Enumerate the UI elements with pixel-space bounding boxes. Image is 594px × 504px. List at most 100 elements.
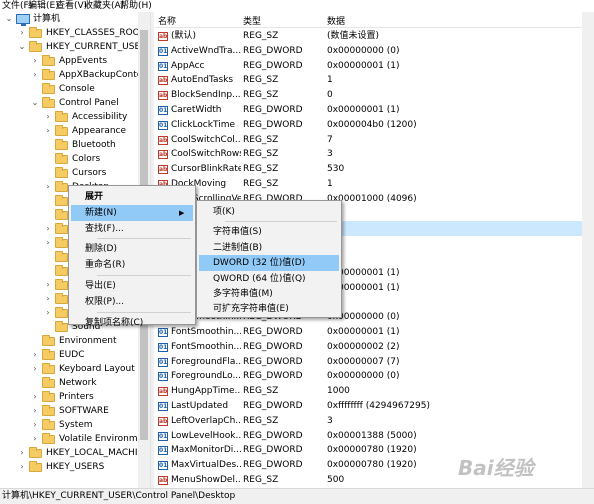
value-row[interactable]: ab BlockSendInp... REG_SZ 0 <box>155 88 594 103</box>
tree-node[interactable]: › SOFTWARE <box>30 404 150 418</box>
value-row[interactable]: 01 FontSmoothin... REG_DWORD 0x00000002 (2) <box>155 340 594 355</box>
tree-node[interactable]: ⌄ 计算机 <box>4 12 150 26</box>
expand-arrow-icon[interactable]: › <box>30 54 40 68</box>
menu-item[interactable]: 可扩充字符串值(E) <box>199 301 339 317</box>
menu-item[interactable]: DWORD (32 位)值(D) <box>199 255 339 272</box>
expand-arrow-icon[interactable]: › <box>30 432 40 446</box>
tree-node[interactable]: Cursors <box>43 166 150 180</box>
values-scrollbar[interactable] <box>582 12 594 488</box>
value-row[interactable]: 01 ClickLockTime REG_DWORD 0x000004b0 (1200… <box>155 118 594 133</box>
tree-node[interactable]: Bluetooth <box>43 138 150 152</box>
expand-arrow-icon[interactable]: › <box>43 292 53 306</box>
menu-item[interactable]: 复制项名称(C) <box>71 315 193 331</box>
expand-arrow-icon[interactable] <box>43 152 53 166</box>
tree-node-label: Printers <box>59 392 94 402</box>
expand-arrow-icon[interactable]: › <box>30 362 40 376</box>
value-row[interactable]: ab AutoEndTasks REG_SZ 1 <box>155 73 594 88</box>
menu-1[interactable]: 编辑(E) <box>28 0 59 12</box>
collapse-arrow-icon[interactable]: ⌄ <box>30 96 40 110</box>
expand-arrow-icon[interactable]: › <box>17 26 27 40</box>
tree-node[interactable]: Colors <box>43 152 150 166</box>
value-row[interactable]: 01 CaretWidth REG_DWORD 0x00000001 (1) <box>155 103 594 118</box>
column-name-header[interactable]: 名称 <box>158 14 176 27</box>
expand-arrow-icon[interactable] <box>30 376 40 390</box>
expand-arrow-icon[interactable] <box>30 334 40 348</box>
value-row[interactable]: 01 FontSmoothin... REG_DWORD 0x00000001 (1) <box>155 325 594 340</box>
tree-node[interactable]: › HKEY_CLASSES_ROOT <box>17 26 150 40</box>
expand-arrow-icon[interactable] <box>43 166 53 180</box>
tree-node-label: Network <box>59 378 97 388</box>
expand-arrow-icon[interactable]: › <box>30 68 40 82</box>
menu-item[interactable]: 权限(P)... <box>71 294 193 310</box>
tree-node[interactable]: › AppXBackupConter <box>30 68 150 82</box>
expand-arrow-icon[interactable] <box>30 82 40 96</box>
expand-arrow-icon[interactable]: › <box>43 180 53 194</box>
menu-3[interactable]: 收藏夹(A) <box>84 0 124 12</box>
value-row[interactable]: ab LeftOverlapCh... REG_SZ 3 <box>155 414 594 429</box>
value-row[interactable]: ab CoolSwitchRows REG_SZ 3 <box>155 147 594 162</box>
value-row[interactable]: ab CursorBlinkRate REG_SZ 530 <box>155 162 594 177</box>
expand-arrow-icon[interactable]: › <box>17 460 27 474</box>
menu-item[interactable]: 项(K) <box>199 204 339 220</box>
tree-node[interactable]: › EUDC <box>30 348 150 362</box>
expand-arrow-icon[interactable] <box>43 208 53 222</box>
expand-arrow-icon[interactable] <box>43 138 53 152</box>
expand-arrow-icon[interactable] <box>43 320 53 334</box>
column-type-header[interactable]: 类型 <box>243 14 261 27</box>
value-row[interactable]: ab HungAppTime... REG_SZ 1000 <box>155 384 594 399</box>
expand-arrow-icon[interactable]: › <box>17 446 27 460</box>
menu-2[interactable]: 查看(V) <box>56 0 87 12</box>
tree-node[interactable]: Environment <box>30 334 150 348</box>
expand-arrow-icon[interactable]: › <box>30 390 40 404</box>
tree-node[interactable]: ⌄ HKEY_CURRENT_USER <box>17 40 150 54</box>
collapse-arrow-icon[interactable]: ⌄ <box>17 40 27 54</box>
expand-arrow-icon[interactable] <box>43 194 53 208</box>
menu-item[interactable]: 查找(F)... <box>71 221 193 237</box>
menu-item[interactable]: 新建(N) ▶ <box>71 204 193 221</box>
tree-node[interactable]: › Keyboard Layout <box>30 362 150 376</box>
menu-item[interactable]: 字符串值(S) <box>199 224 339 240</box>
menu-4[interactable]: 帮助(H) <box>120 0 152 12</box>
value-row[interactable]: abDockMovingREG_SZ1 <box>155 177 594 192</box>
tree-node[interactable]: ⌄ Control Panel <box>30 96 150 110</box>
value-row[interactable]: ab (默认) REG_SZ (数值未设置) <box>155 29 594 44</box>
menu-item[interactable]: QWORD (64 位)值(Q) <box>199 271 339 287</box>
expand-arrow-icon[interactable]: › <box>30 348 40 362</box>
value-row[interactable]: 01 ForegroundLo... REG_DWORD 0x00000000 (0) <box>155 369 594 384</box>
tree-node[interactable]: › Appearance <box>43 124 150 138</box>
expand-arrow-icon[interactable]: › <box>43 124 53 138</box>
collapse-arrow-icon[interactable]: ⌄ <box>4 12 14 26</box>
menu-item[interactable]: 展开 <box>71 189 193 205</box>
menu-item[interactable]: 删除(D) <box>71 241 193 257</box>
value-row[interactable]: 01 LowLevelHook... REG_DWORD 0x00001388 (50… <box>155 429 594 444</box>
column-data-header[interactable]: 数据 <box>327 14 345 27</box>
expand-arrow-icon[interactable] <box>43 264 53 278</box>
menu-item[interactable]: 二进制值(B) <box>199 240 339 256</box>
tree-node[interactable]: › Volatile Environmen <box>30 432 150 446</box>
expand-arrow-icon[interactable]: › <box>30 404 40 418</box>
binary-value-icon: 01 <box>158 431 168 441</box>
value-row[interactable]: 01 AppAcc REG_DWORD 0x00000001 (1) <box>155 59 594 74</box>
tree-node[interactable]: › Printers <box>30 390 150 404</box>
expand-arrow-icon[interactable]: › <box>43 236 53 250</box>
tree-node[interactable]: Console <box>30 82 150 96</box>
expand-arrow-icon[interactable]: › <box>43 222 53 236</box>
value-row[interactable]: 01 LastUpdated REG_DWORD 0xffffffff (429496… <box>155 399 594 414</box>
expand-arrow-icon[interactable]: › <box>30 418 40 432</box>
tree-node[interactable]: › HKEY_LOCAL_MACHINE <box>17 446 150 460</box>
expand-arrow-icon[interactable] <box>43 250 53 264</box>
tree-node[interactable]: Network <box>30 376 150 390</box>
value-row[interactable]: 01 ActiveWndTra... REG_DWORD 0x00000000 (0) <box>155 44 594 59</box>
tree-node[interactable]: › System <box>30 418 150 432</box>
value-row[interactable]: 01 ForegroundFla... REG_DWORD 0x00000007 (7… <box>155 355 594 370</box>
expand-arrow-icon[interactable]: › <box>43 110 53 124</box>
menu-item[interactable]: 重命名(R) <box>71 257 193 273</box>
expand-arrow-icon[interactable]: › <box>43 306 53 320</box>
menu-item[interactable]: 导出(E) <box>71 278 193 294</box>
expand-arrow-icon[interactable]: › <box>43 278 53 292</box>
menu-item[interactable]: 多字符串值(M) <box>199 286 339 302</box>
tree-node[interactable]: › HKEY_USERS <box>17 460 150 474</box>
tree-node[interactable]: › AppEvents <box>30 54 150 68</box>
tree-node[interactable]: › Accessibility <box>43 110 150 124</box>
value-row[interactable]: ab CoolSwitchCol... REG_SZ 7 <box>155 133 594 148</box>
